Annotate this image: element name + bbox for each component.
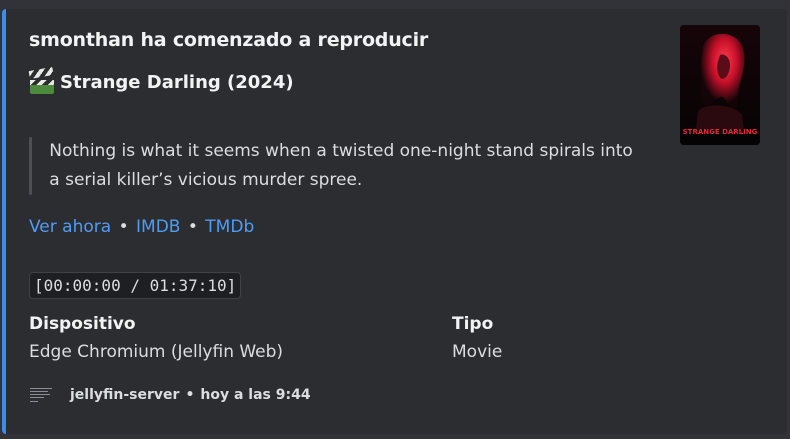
clapper-board-icon xyxy=(28,66,55,95)
movie-poster-image[interactable]: STRANGE DARLING xyxy=(680,25,760,145)
footer-separator: • xyxy=(185,387,195,403)
playback-progress: [00:00:00 / 01:37:10] xyxy=(29,272,242,299)
embed-footer: jellyfin-server • hoy a las 9:44 xyxy=(29,385,311,405)
link-separator: • xyxy=(118,217,129,237)
link-separator: • xyxy=(187,217,198,237)
tmdb-link[interactable]: TMDb xyxy=(205,217,254,237)
poster-title-text: STRANGE DARLING xyxy=(683,128,758,136)
embed-accent-bar xyxy=(2,9,6,434)
embed-title: smonthan ha comenzado a reproducir xyxy=(29,29,429,51)
imdb-link[interactable]: IMDB xyxy=(136,217,180,237)
watch-now-link[interactable]: Ver ahora xyxy=(29,217,111,237)
poster-art: STRANGE DARLING xyxy=(680,25,760,145)
movie-title-line: Strange Darling (2024) xyxy=(28,66,294,95)
quote-bar xyxy=(29,137,33,195)
description-quote: Nothing is what it seems when a twisted … xyxy=(29,137,639,195)
field-type: Tipo Movie xyxy=(452,314,502,362)
field-device-name: Dispositivo xyxy=(29,314,136,334)
field-device-value: Edge Chromium (Jellyfin Web) xyxy=(29,342,284,362)
field-device: Dispositivo Edge Chromium (Jellyfin Web) xyxy=(29,314,283,362)
description-text: Nothing is what it seems when a twisted … xyxy=(49,141,633,190)
footer-time: hoy a las 9:44 xyxy=(200,387,311,403)
field-type-value: Movie xyxy=(452,342,503,362)
footer-server: jellyfin-server xyxy=(70,387,180,403)
embed-card: smonthan ha comenzado a reproducir Stran… xyxy=(2,9,787,434)
field-type-name: Tipo xyxy=(452,314,494,334)
server-icon xyxy=(29,385,57,405)
links-row: Ver ahora • IMDB • TMDb xyxy=(29,217,254,237)
movie-title: Strange Darling (2024) xyxy=(60,71,294,93)
